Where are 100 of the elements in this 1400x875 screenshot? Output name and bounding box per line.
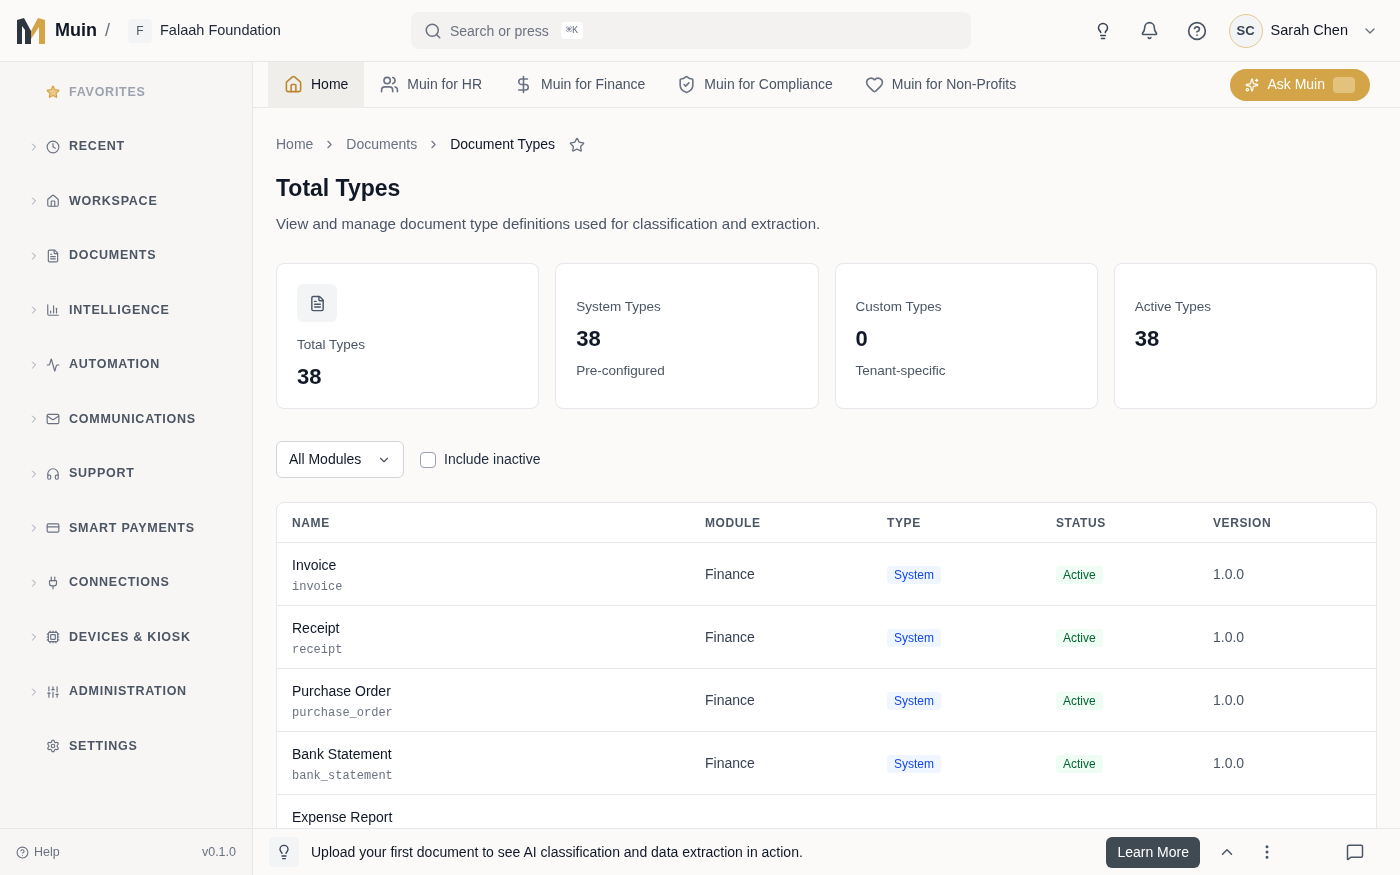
column-header: TYPE xyxy=(887,514,922,532)
user-name[interactable]: Sarah Chen xyxy=(1270,19,1348,42)
document-type-name: Expense Report xyxy=(292,808,394,827)
sliders-icon xyxy=(46,684,60,699)
stat-note: Tenant-specific xyxy=(855,362,947,381)
module-dropdown[interactable]: All Modules xyxy=(276,441,404,478)
table-cell-text: Finance xyxy=(705,753,756,773)
lightbulb-icon xyxy=(276,844,292,860)
module-tab[interactable]: Muin for Non-Profits xyxy=(848,61,1033,108)
stat-note: Pre-configured xyxy=(576,362,666,381)
module-tab[interactable]: Muin for Finance xyxy=(498,61,662,108)
user-avatar[interactable]: SC xyxy=(1228,13,1263,48)
stat-label: System Types xyxy=(576,298,662,316)
users-icon xyxy=(380,75,400,94)
type-badge: System xyxy=(887,628,941,647)
document-type-code: bank_statement xyxy=(292,768,394,785)
sidebar-item[interactable]: SUPPORT xyxy=(46,464,135,484)
module-tab[interactable]: Muin for HR xyxy=(364,61,499,108)
table-cell-text: Finance xyxy=(705,627,756,647)
settings-icon xyxy=(46,739,60,754)
module-tab[interactable]: Home xyxy=(268,61,365,108)
home-icon xyxy=(46,194,60,209)
status-badge: Active xyxy=(1056,691,1103,710)
version-label: v0.1.0 xyxy=(201,843,236,861)
table-cell-text: Finance xyxy=(705,564,756,584)
column-header: MODULE xyxy=(705,514,762,532)
brand-name: Muin xyxy=(55,19,97,42)
help-icon xyxy=(16,845,29,859)
document-icon xyxy=(46,248,60,263)
table-cell-text: Finance xyxy=(705,690,756,710)
breadcrumb[interactable]: Documents xyxy=(346,134,418,155)
sidebar-item[interactable]: WORKSPACE xyxy=(46,191,158,211)
status-badge: Active xyxy=(1056,565,1103,584)
card-icon xyxy=(46,521,60,536)
shield-icon xyxy=(677,75,697,94)
breadcrumb[interactable]: Home xyxy=(276,134,314,155)
stat-value: 38 xyxy=(576,325,602,354)
document-type-name: Purchase Order xyxy=(292,682,392,701)
plug-icon xyxy=(46,575,60,590)
table-cell-text: 1.0.0 xyxy=(1213,627,1246,647)
stat-label: Total Types xyxy=(297,336,367,354)
document-type-code: purchase_order xyxy=(292,705,394,722)
status-badge: Active xyxy=(1056,628,1103,647)
star-icon[interactable] xyxy=(568,136,585,153)
stat-label: Active Types xyxy=(1134,298,1213,316)
table-cell-text: 1.0.0 xyxy=(1213,564,1246,584)
notifications-icon[interactable] xyxy=(1139,21,1159,40)
help-icon[interactable] xyxy=(1186,20,1207,41)
stat-value: 38 xyxy=(1134,325,1161,354)
column-header: STATUS xyxy=(1056,514,1107,532)
stat-label: Custom Types xyxy=(855,298,943,316)
sidebar-item[interactable]: DOCUMENTS xyxy=(46,246,157,266)
sidebar-item[interactable]: DEVICES & KIOSK xyxy=(46,627,191,647)
checkbox-label: Include inactive xyxy=(444,450,541,469)
heart-icon xyxy=(864,75,884,94)
org-avatar: F xyxy=(128,18,152,43)
module-tab[interactable]: Muin for Compliance xyxy=(661,61,849,108)
banner-text: Upload your first document to see AI classification and data extraction in action. xyxy=(311,842,803,862)
document-type-name: Invoice xyxy=(292,556,338,575)
help-link[interactable]: Help xyxy=(16,842,60,862)
sidebar-item[interactable]: COMMUNICATIONS xyxy=(46,409,196,429)
type-badge: System xyxy=(887,754,941,773)
shortcut-key: ⌘K xyxy=(560,22,583,39)
chat-icon[interactable] xyxy=(1346,843,1364,861)
table-cell-text: 1.0.0 xyxy=(1213,753,1246,773)
chip-icon xyxy=(46,630,60,645)
sidebar-item[interactable]: AUTOMATION xyxy=(46,355,161,375)
headphones-icon xyxy=(46,466,60,481)
sidebar-item[interactable]: INTELLIGENCE xyxy=(46,300,170,320)
checkbox[interactable] xyxy=(420,451,436,468)
sidebar-item[interactable]: RECENT xyxy=(46,137,125,157)
search-icon xyxy=(423,22,442,40)
document-type-code: receipt xyxy=(292,642,344,659)
learn-more-button[interactable]: Learn More xyxy=(1106,836,1200,868)
breadcrumb: Document Types xyxy=(450,135,555,154)
page-description: View and manage document type definitions used for classification and extraction. xyxy=(276,213,822,234)
page-title: Total Types xyxy=(276,174,402,203)
document-type-name: Receipt xyxy=(292,619,341,638)
stat-value: 0 xyxy=(855,325,869,354)
org-name[interactable]: Falaah Foundation xyxy=(160,19,281,42)
table-cell-text: 1.0.0 xyxy=(1213,690,1246,710)
star-icon xyxy=(46,85,60,100)
document-icon xyxy=(308,294,326,312)
clock-icon xyxy=(46,139,60,154)
bar-chart-icon xyxy=(46,303,60,318)
stat-value: 38 xyxy=(297,363,323,392)
document-type-code: invoice xyxy=(292,579,344,596)
column-header: NAME xyxy=(292,514,331,532)
sidebar-item[interactable]: SMART PAYMENTS xyxy=(46,518,195,538)
sidebar-item[interactable]: ADMINISTRATION xyxy=(46,682,187,702)
sidebar-item[interactable]: SETTINGS xyxy=(46,736,138,756)
document-type-name: Bank Statement xyxy=(292,745,393,764)
pulse-icon xyxy=(46,357,60,372)
logo-icon xyxy=(16,16,46,45)
column-header: VERSION xyxy=(1213,514,1273,532)
home-icon xyxy=(284,75,303,94)
status-badge: Active xyxy=(1056,754,1103,773)
sidebar-item[interactable]: CONNECTIONS xyxy=(46,573,170,593)
separator: / xyxy=(105,19,110,42)
sparkle-icon xyxy=(1245,77,1260,92)
